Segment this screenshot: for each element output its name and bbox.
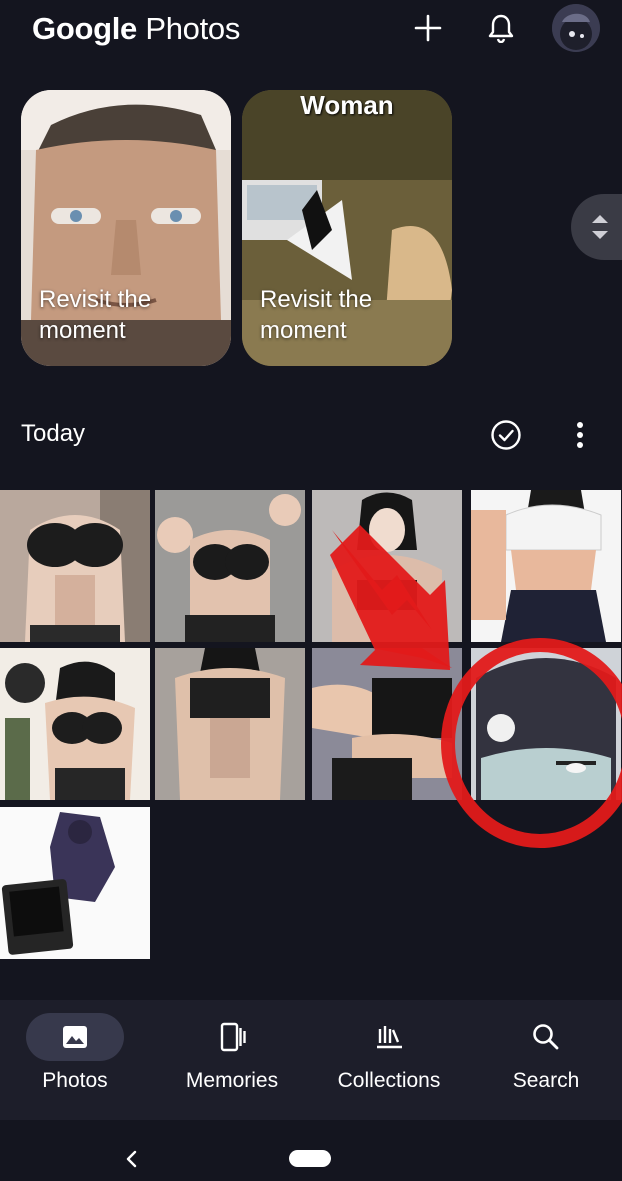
nav-label-collections: Collections [337,1069,441,1092]
nav-label-photos: Photos [42,1069,108,1092]
fast-scroll-handle[interactable] [571,194,622,260]
system-home-pill[interactable] [289,1150,331,1167]
chevron-left-icon [126,1150,137,1168]
photo-thumbnail-5[interactable] [0,648,150,800]
red-annotation-overlay [330,525,622,848]
memories-icon [220,1022,246,1052]
add-button[interactable] [408,8,448,48]
nav-label-memories: Memories [185,1069,279,1092]
bell-icon [488,14,514,43]
nav-item-collections[interactable]: Collections [314,1013,464,1103]
select-all-button[interactable] [486,415,526,455]
check-circle-icon [491,420,521,450]
photo-image-5 [0,648,150,800]
memory-caption-1: Revisit the moment [39,286,152,344]
scroll-arrows-icon [592,215,608,239]
photo-image-9 [0,807,150,959]
app-title-photos: Photos [145,11,241,46]
nav-item-memories[interactable]: Memories [157,1013,307,1103]
section-title-today: Today [21,420,86,447]
app-title: Google Photos [32,10,240,48]
photo-thumbnail-1[interactable] [0,490,150,642]
photo-thumbnail-2[interactable] [155,490,305,642]
notifications-button[interactable] [481,8,521,48]
system-back-button[interactable] [120,1146,144,1172]
photo-thumbnail-9[interactable] [0,807,150,959]
more-vert-icon [577,422,583,448]
memory-card-1[interactable]: Revisit the moment [21,90,231,366]
photo-thumbnail-6[interactable] [155,648,305,800]
photo-icon [63,1026,87,1048]
nav-item-search[interactable]: Search [471,1013,621,1103]
photo-image-2 [155,490,305,642]
account-avatar[interactable] [552,4,600,52]
nav-item-photos[interactable]: Photos [0,1013,150,1103]
more-options-button[interactable] [560,415,600,455]
memory-caption-2: Revisit the moment [260,286,373,344]
nav-label-search: Search [512,1069,580,1092]
photo-image-1 [0,490,150,642]
avatar-image [552,4,600,52]
plus-icon [414,14,442,42]
app-title-google: Google [32,11,137,46]
memory-top-text: Woman [300,90,394,120]
photo-image-6 [155,648,305,800]
collections-icon [377,1026,402,1049]
memory-card-2[interactable]: Woman Revisit the moment [242,90,452,366]
search-icon [533,1024,559,1050]
